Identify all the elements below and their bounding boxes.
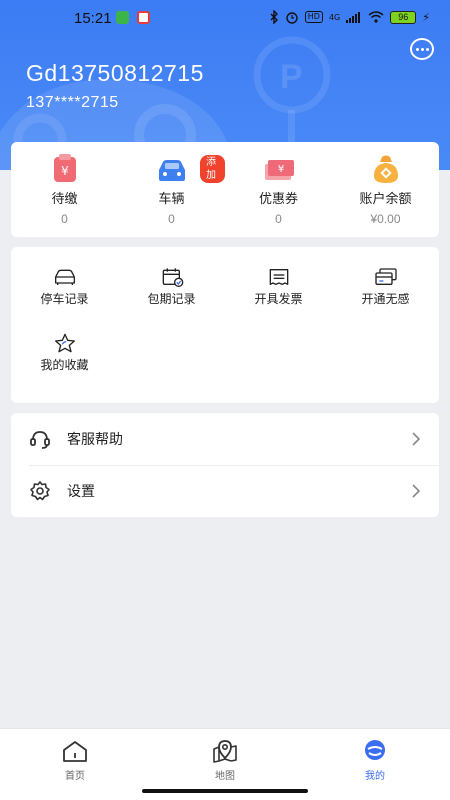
- list-item-label: 设置: [67, 484, 95, 500]
- stat-label: 账户余额: [359, 192, 412, 207]
- message-button[interactable]: [410, 38, 434, 60]
- status-bar: 15:21 HD 4G 96 ⚡: [0, 0, 450, 38]
- message-dot-icon: [420, 47, 424, 51]
- stat-unpaid[interactable]: ¥ 待缴 0: [11, 142, 118, 237]
- tool-invoice[interactable]: 开具发票: [225, 247, 332, 307]
- alarm-icon: [286, 12, 298, 24]
- stat-label: 待缴: [51, 192, 78, 207]
- star-icon: [54, 333, 75, 353]
- money-bag-icon: [373, 155, 398, 183]
- tab-label: 地图: [215, 771, 235, 782]
- chevron-right-icon: [412, 432, 421, 446]
- account-stats-card: ¥ 待缴 0 添加 车辆 0 ¥ 优惠券 0 账户余额 ¥0.00: [11, 142, 439, 237]
- stat-value: 0: [275, 212, 282, 226]
- svg-text:P: P: [280, 58, 303, 96]
- list-item-customer-service[interactable]: 客服帮助: [11, 413, 439, 466]
- list-item-settings[interactable]: 设置: [11, 465, 439, 517]
- tool-label: 停车记录: [40, 292, 89, 306]
- signal-icon: [346, 12, 361, 23]
- svg-text:¥: ¥: [277, 164, 283, 175]
- stat-coupon[interactable]: ¥ 优惠券 0: [225, 142, 332, 237]
- tab-home[interactable]: 首页: [0, 729, 150, 800]
- status-left-icons: [116, 11, 150, 24]
- calendar-check-icon: [162, 268, 183, 287]
- car-outline-icon: [54, 269, 75, 285]
- stat-label: 优惠券: [258, 192, 298, 207]
- tools-card: 停车记录 包期记录 开具发票 开通无感 我的收藏: [11, 247, 439, 403]
- stat-value: ¥0.00: [370, 212, 401, 226]
- tab-mine[interactable]: 我的: [300, 729, 450, 800]
- list-item-label: 客服帮助: [67, 432, 123, 448]
- home-indicator[interactable]: [142, 789, 308, 793]
- phone-number: 137****2715: [26, 94, 119, 111]
- username: Gd13750812715: [26, 60, 204, 86]
- network-type: 4G: [328, 12, 341, 22]
- bluetooth-icon: [270, 10, 278, 24]
- stat-value: 0: [168, 212, 175, 226]
- add-vehicle-badge[interactable]: 添加: [200, 155, 225, 183]
- tab-label: 我的: [365, 771, 385, 782]
- home-icon: [63, 741, 87, 762]
- tool-label: 我的收藏: [40, 358, 89, 372]
- stat-label: 车辆: [158, 192, 185, 207]
- charging-icon: ⚡: [422, 10, 430, 24]
- status-right-icons: HD 4G 96 ⚡: [269, 10, 430, 24]
- stat-balance[interactable]: 账户余额 ¥0.00: [332, 142, 439, 237]
- tool-label: 包期记录: [147, 292, 196, 306]
- tool-auto-pay[interactable]: 开通无感: [332, 247, 439, 307]
- app-notify-icon: [137, 11, 150, 24]
- wechat-notify-icon: [116, 11, 129, 24]
- headset-icon: [30, 431, 50, 449]
- settings-list-card: 客服帮助 设置: [11, 413, 439, 517]
- stat-value: 0: [61, 212, 68, 226]
- coupon-icon: ¥: [264, 160, 294, 180]
- stat-vehicle[interactable]: 添加 车辆 0: [118, 142, 225, 237]
- tool-parking-records[interactable]: 停车记录: [11, 247, 118, 307]
- battery-indicator: 96: [390, 10, 417, 24]
- profile-icon: [365, 740, 385, 760]
- svg-text:¥: ¥: [61, 164, 69, 178]
- invoice-icon: [269, 269, 288, 285]
- unpaid-icon: ¥: [53, 154, 76, 182]
- gear-icon: [30, 481, 50, 501]
- hd-indicator: HD: [304, 11, 323, 23]
- tool-label: 开通无感: [361, 292, 410, 306]
- chevron-right-icon: [412, 484, 421, 498]
- tool-favorites[interactable]: 我的收藏: [11, 313, 118, 373]
- wifi-icon: [368, 11, 384, 23]
- status-time: 15:21: [74, 10, 112, 27]
- tool-label: 开具发票: [254, 292, 303, 306]
- tool-period-records[interactable]: 包期记录: [118, 247, 225, 307]
- tab-label: 首页: [65, 771, 85, 782]
- message-dot-icon: [415, 47, 419, 51]
- map-pin-icon: [213, 740, 237, 763]
- message-dot-icon: [425, 47, 429, 51]
- car-icon: [158, 160, 185, 181]
- card-icon: [374, 268, 397, 285]
